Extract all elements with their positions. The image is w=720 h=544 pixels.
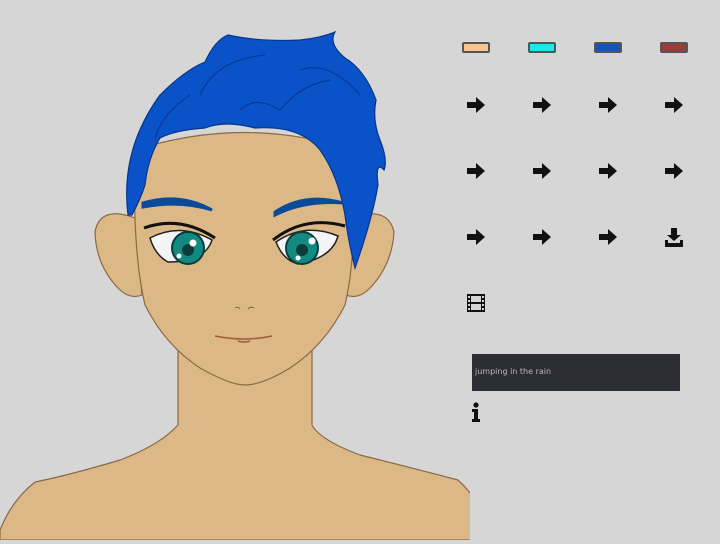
next-option-button-2-1[interactable] [531, 226, 553, 248]
swatch-red[interactable] [660, 42, 688, 53]
next-option-button-1-3[interactable] [663, 160, 685, 182]
next-option-button-0-1[interactable] [531, 94, 553, 116]
arrow-right-icon [665, 163, 683, 179]
character-figure [0, 30, 493, 541]
arrow-right-icon [467, 229, 485, 245]
arrow-right-icon [533, 163, 551, 179]
next-option-button-0-3[interactable] [663, 94, 685, 116]
arrow-right-icon [533, 229, 551, 245]
arrow-right-icon [467, 163, 485, 179]
download-button-2-3[interactable] [663, 226, 685, 248]
info-button[interactable] [465, 401, 487, 423]
swatch-cyan[interactable] [528, 42, 556, 53]
caption-text: jumping in the rain [475, 367, 552, 376]
arrow-right-icon [599, 97, 617, 113]
next-option-button-2-0[interactable] [465, 226, 487, 248]
swatch-blue[interactable] [594, 42, 622, 53]
next-option-button-0-0[interactable] [465, 94, 487, 116]
next-option-button-1-0[interactable] [465, 160, 487, 182]
next-option-button-1-1[interactable] [531, 160, 553, 182]
film-icon [467, 294, 485, 312]
swatch-skin[interactable] [462, 42, 490, 53]
caption-box: jumping in the rain [472, 354, 680, 391]
character-canvas [0, 0, 493, 541]
next-option-button-1-2[interactable] [597, 160, 619, 182]
info-icon [472, 402, 480, 422]
arrow-right-icon [665, 97, 683, 113]
film-button[interactable] [465, 292, 487, 314]
arrow-right-icon [533, 97, 551, 113]
next-option-button-2-2[interactable] [597, 226, 619, 248]
download-icon [665, 228, 683, 247]
arrow-right-icon [599, 229, 617, 245]
next-option-button-0-2[interactable] [597, 94, 619, 116]
arrow-right-icon [599, 163, 617, 179]
arrow-right-icon [467, 97, 485, 113]
